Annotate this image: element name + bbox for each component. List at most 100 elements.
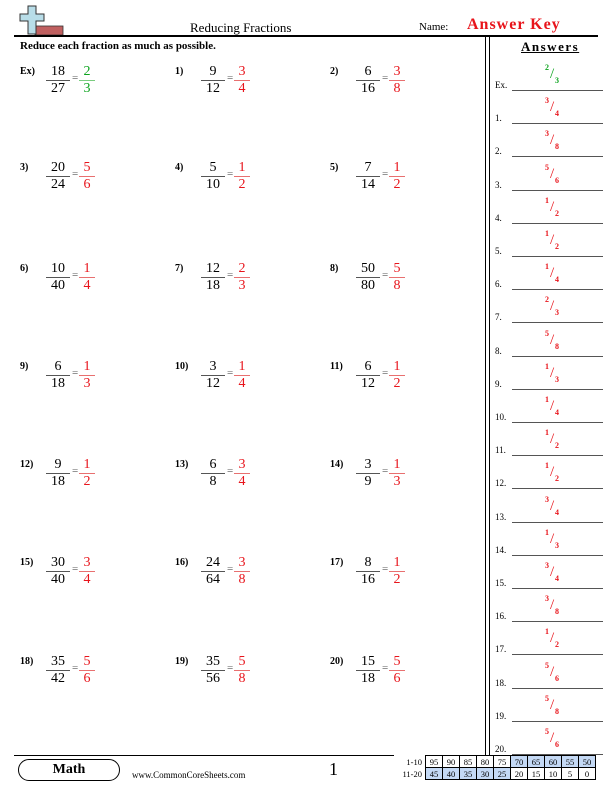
denominator: 18 bbox=[361, 671, 375, 686]
answer-denominator: 8 bbox=[393, 81, 401, 96]
answer-fraction: 12 bbox=[79, 457, 95, 490]
score-row: 1-10 95 90 85 80 75 70 65 60 55 50 bbox=[392, 755, 596, 768]
question-fraction: 68 bbox=[201, 457, 225, 490]
footer-rule bbox=[14, 755, 394, 756]
answer-denominator: 8 bbox=[393, 278, 401, 293]
answer-row: 8. 5/8 bbox=[495, 326, 607, 358]
question-fraction: 5 10 bbox=[201, 160, 225, 193]
answer-label: 13. bbox=[495, 511, 507, 522]
problem-number: 1) bbox=[175, 66, 184, 77]
answer-numerator: 1 bbox=[234, 160, 250, 177]
denominator: 12 bbox=[206, 81, 220, 96]
numerator: 6 bbox=[356, 64, 380, 81]
fraction-slash: / bbox=[550, 165, 555, 182]
answer-key-denominator: 4 bbox=[555, 275, 559, 285]
answer-denominator: 4 bbox=[238, 474, 246, 489]
column-divider bbox=[489, 37, 490, 755]
denominator: 18 bbox=[51, 376, 65, 391]
fraction-slash: / bbox=[550, 464, 555, 481]
answer-numerator: 3 bbox=[234, 64, 250, 81]
answer-key-fraction: 5/6 bbox=[543, 163, 565, 187]
numerator: 6 bbox=[356, 359, 380, 376]
fraction-slash: / bbox=[550, 298, 555, 315]
question-fraction: 8 16 bbox=[356, 555, 380, 588]
answer-key-denominator: 8 bbox=[555, 341, 559, 351]
problem: 13) 6 8 = 3 4 bbox=[175, 453, 315, 503]
answer-line bbox=[512, 720, 603, 722]
score-cell: 15 bbox=[527, 767, 545, 780]
answer-numerator: 1 bbox=[389, 457, 405, 474]
equals-sign: = bbox=[227, 465, 234, 477]
problem-number: Ex) bbox=[20, 66, 35, 77]
question-fraction: 3 12 bbox=[201, 359, 225, 392]
score-cell: 85 bbox=[459, 755, 477, 768]
answer-fraction: 56 bbox=[79, 654, 95, 687]
answer-key-numerator: 3 bbox=[545, 594, 549, 604]
denominator: 80 bbox=[361, 278, 375, 293]
score-cell: 50 bbox=[578, 755, 596, 768]
answer-denominator: 3 bbox=[238, 278, 246, 293]
answer-row: 5. 1/2 bbox=[495, 226, 607, 258]
answer-line bbox=[512, 588, 603, 589]
answer-denominator: 8 bbox=[238, 572, 246, 587]
answer-line bbox=[512, 621, 603, 623]
answer-denominator: 4 bbox=[238, 81, 246, 96]
answer-row: 10. 1/4 bbox=[495, 392, 607, 424]
denominator: 8 bbox=[209, 474, 217, 489]
equals-sign: = bbox=[72, 367, 79, 379]
worksheet-title: Reducing Fractions bbox=[190, 20, 292, 35]
question-fraction: 50 80 bbox=[356, 261, 380, 294]
equals-sign: = bbox=[72, 465, 79, 477]
denominator: 16 bbox=[361, 572, 375, 587]
answer-fraction: 13 bbox=[79, 359, 95, 392]
score-cell: 25 bbox=[493, 767, 511, 780]
answer-key-denominator: 3 bbox=[555, 308, 559, 318]
answer-key-fraction: 1/3 bbox=[543, 362, 565, 386]
answer-fraction: 14 bbox=[79, 261, 95, 294]
answer-row: 19. 5/8 bbox=[495, 691, 607, 723]
answer-line bbox=[512, 455, 603, 457]
answer-fraction: 38 bbox=[234, 555, 250, 588]
problem-number: 17) bbox=[330, 557, 344, 568]
answer-fraction: 38 bbox=[389, 64, 405, 97]
problem: 6) 10 40 = 1 4 bbox=[20, 257, 160, 307]
answer-key-fraction: 1/4 bbox=[543, 395, 565, 419]
answer-key-denominator: 3 bbox=[555, 76, 559, 85]
score-row-label: 11-20 bbox=[402, 768, 422, 779]
answer-label: 7. bbox=[495, 312, 502, 323]
problem: 17) 8 16 = 1 2 bbox=[330, 551, 470, 601]
answer-denominator: 6 bbox=[83, 177, 91, 192]
answer-numerator: 1 bbox=[79, 261, 95, 278]
problem: 19) 35 56 = 5 8 bbox=[175, 650, 315, 700]
question-fraction: 10 40 bbox=[46, 261, 70, 294]
answer-denominator: 8 bbox=[238, 671, 246, 686]
problem: 8) 50 80 = 5 8 bbox=[330, 257, 470, 307]
answer-key-numerator: 5 bbox=[545, 660, 549, 670]
answer-key-numerator: 1 bbox=[545, 395, 549, 404]
problem-number: 20) bbox=[330, 656, 344, 667]
answer-label: 1. bbox=[495, 113, 502, 124]
numerator: 15 bbox=[356, 654, 380, 671]
answer-line bbox=[512, 256, 603, 257]
problem: 1) 9 12 = 3 4 bbox=[175, 60, 315, 110]
problem-number: 2) bbox=[330, 66, 339, 77]
equals-sign: = bbox=[227, 367, 234, 379]
answer-line bbox=[512, 123, 603, 125]
problem-number: 9) bbox=[20, 361, 29, 372]
fraction-slash: / bbox=[550, 132, 555, 149]
answer-key-fraction: 3/4 bbox=[543, 495, 565, 519]
equals-sign: = bbox=[382, 168, 389, 180]
answer-key-fraction: 2/3 bbox=[543, 295, 565, 319]
fraction-slash: / bbox=[550, 630, 555, 647]
problem: 3) 20 24 = 5 6 bbox=[20, 156, 160, 206]
answer-label: 20. bbox=[495, 744, 507, 754]
question-fraction: 24 64 bbox=[201, 555, 225, 588]
answer-denominator: 2 bbox=[83, 474, 91, 489]
score-cell: 0 bbox=[578, 767, 596, 780]
answer-key-fraction: 3/8 bbox=[543, 594, 565, 618]
answer-key-denominator: 4 bbox=[555, 408, 559, 417]
answer-label: Ex. bbox=[495, 80, 508, 90]
question-fraction: 39 bbox=[356, 457, 380, 490]
problem: Ex) 18 27 = 2 3 bbox=[20, 60, 160, 110]
answer-key-fraction: 5/6 bbox=[543, 727, 565, 751]
